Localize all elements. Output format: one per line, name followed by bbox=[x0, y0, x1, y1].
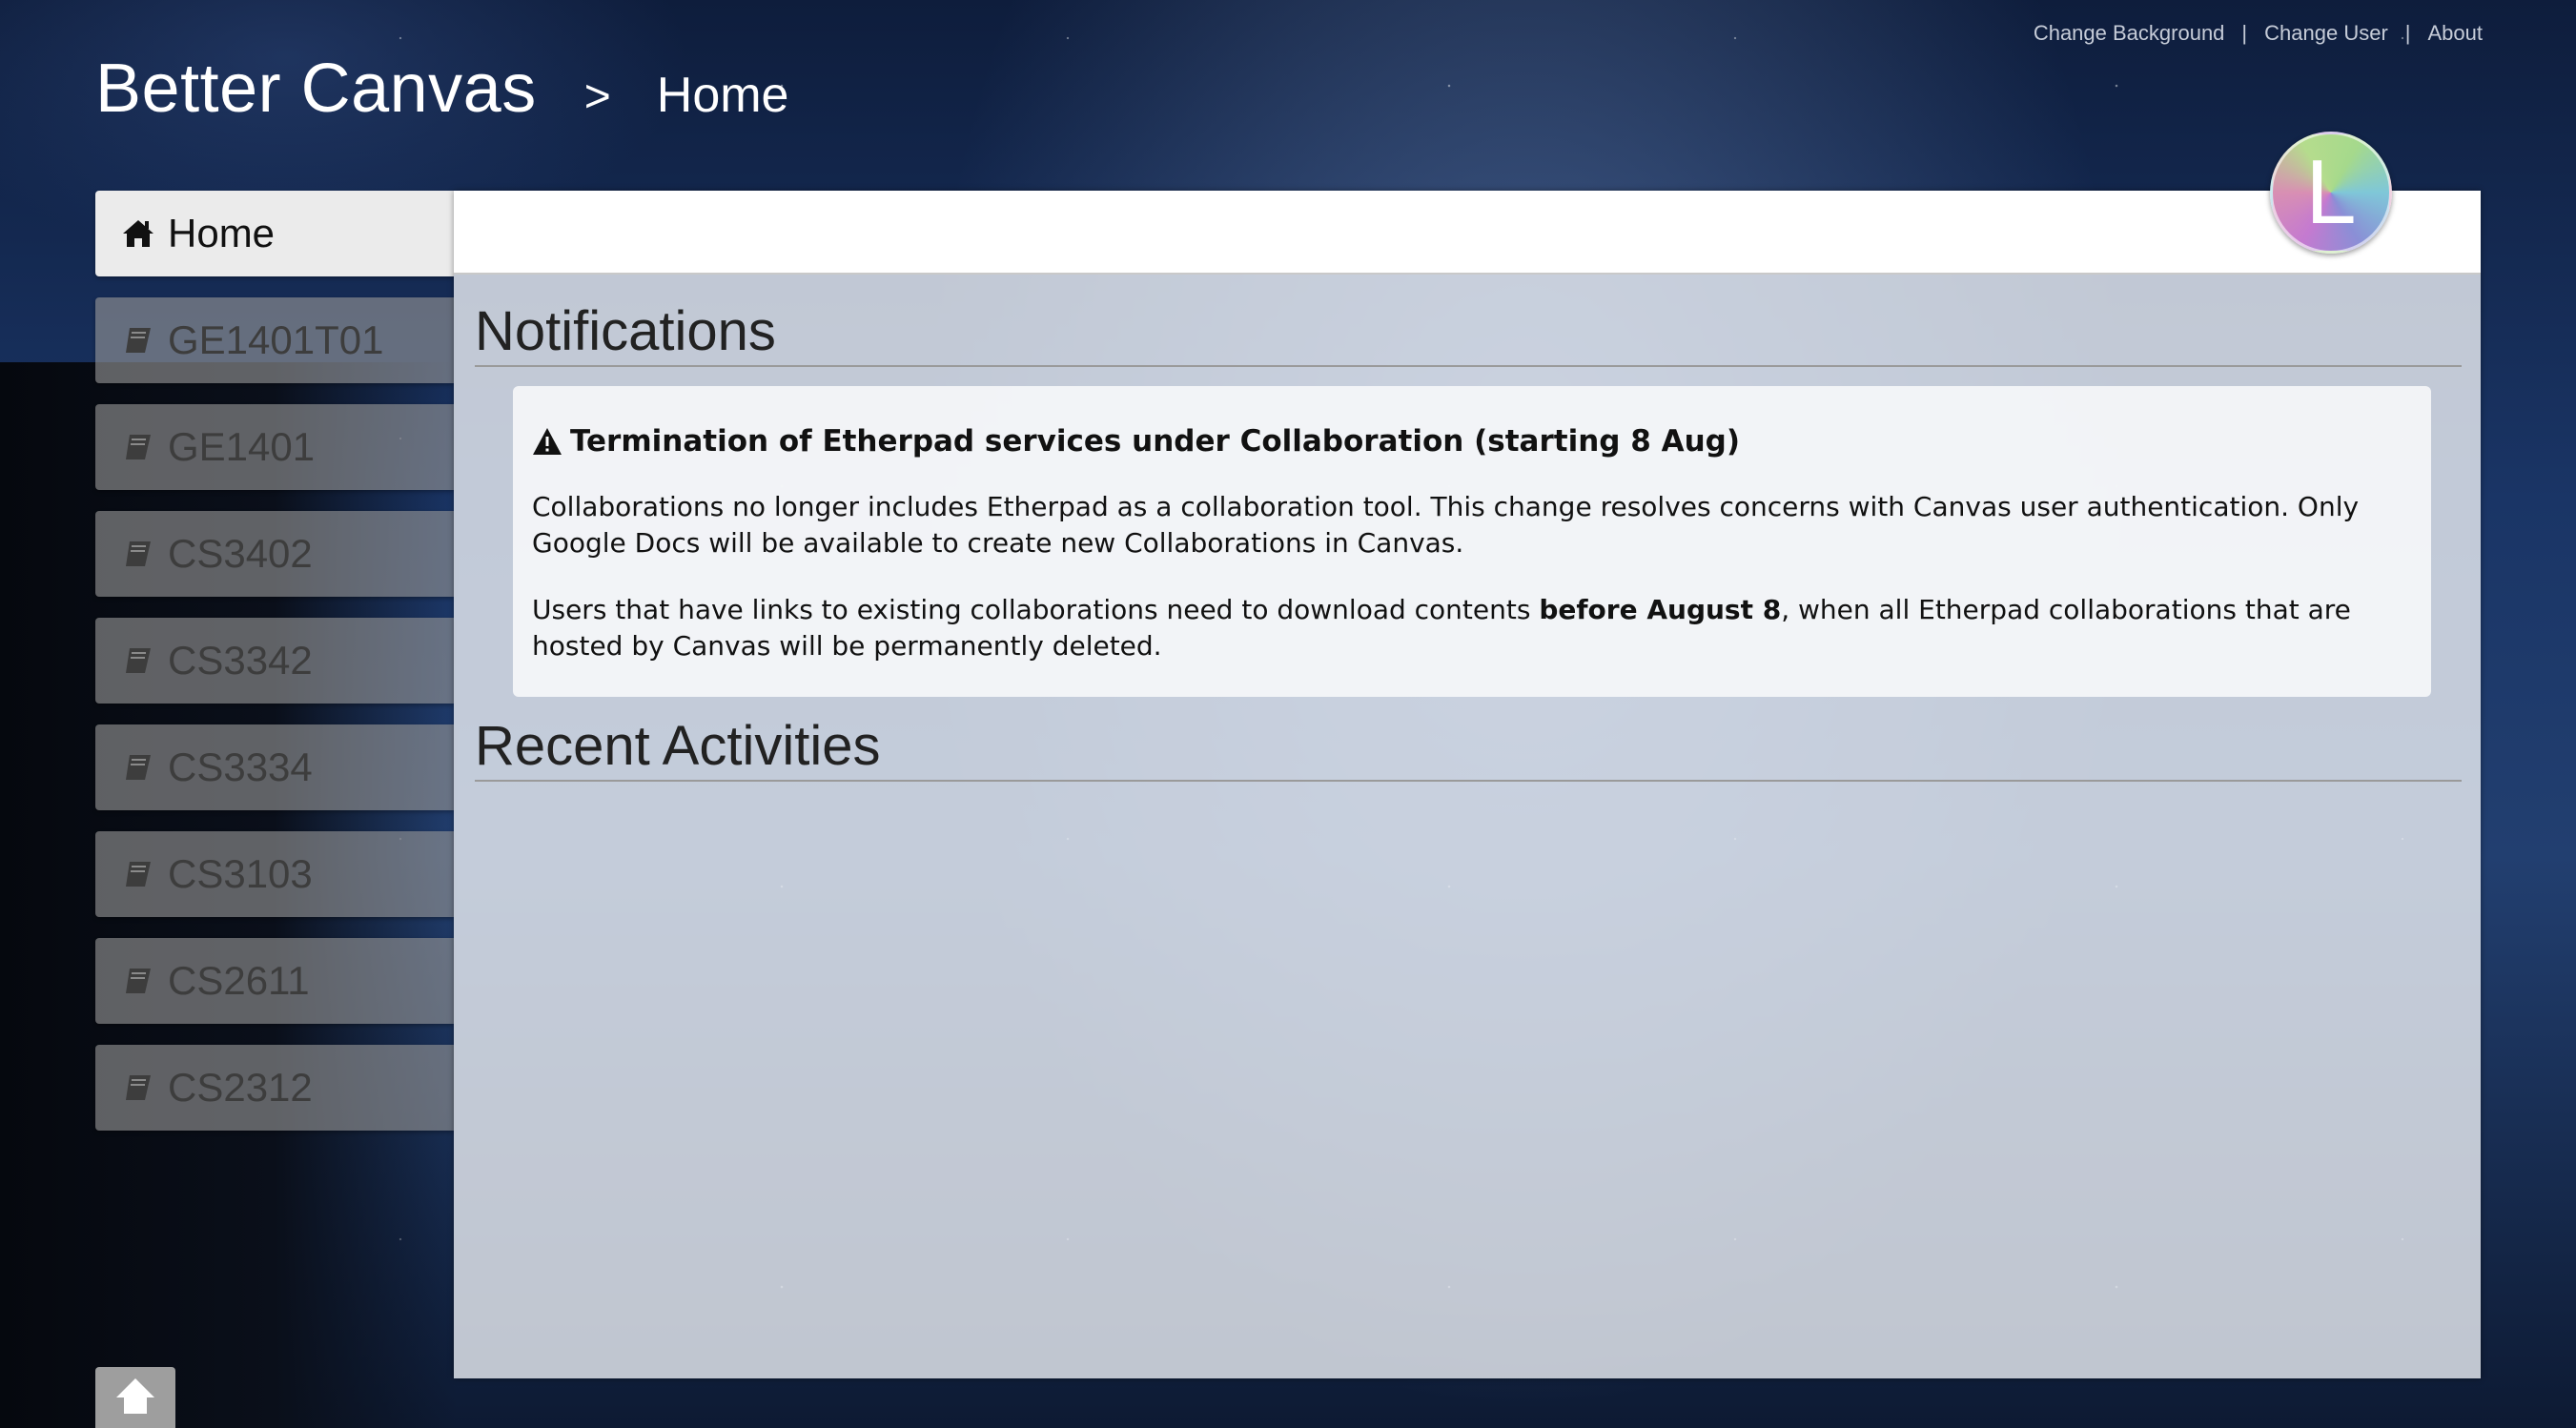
sidebar-item-ge1401[interactable]: GE1401 bbox=[95, 404, 454, 490]
sidebar-item-cs2312[interactable]: CS2312 bbox=[95, 1045, 454, 1131]
recent-activities-heading: Recent Activities bbox=[475, 714, 2462, 782]
sidebar-item-cs3342[interactable]: CS3342 bbox=[95, 618, 454, 704]
about-link[interactable]: About bbox=[2428, 21, 2484, 46]
sidebar-item-cs3402[interactable]: CS3402 bbox=[95, 511, 454, 597]
book-icon bbox=[118, 534, 158, 574]
brand-title[interactable]: Better Canvas bbox=[95, 50, 537, 128]
user-avatar[interactable]: L bbox=[2270, 132, 2392, 254]
change-user-link[interactable]: Change User bbox=[2264, 21, 2388, 46]
sidebar-item-label: GE1401 bbox=[168, 424, 316, 469]
sidebar-item-label: Home bbox=[168, 211, 276, 255]
sidebar-item-home[interactable]: Home bbox=[95, 191, 454, 276]
home-icon bbox=[118, 214, 158, 254]
book-icon bbox=[118, 1068, 158, 1108]
sidebar-item-label: CS3103 bbox=[168, 851, 313, 896]
header-links: Change Background | Change User | About bbox=[2034, 21, 2483, 46]
sidebar-item-label: CS3334 bbox=[168, 745, 313, 789]
sidebar-item-cs3334[interactable]: CS3334 bbox=[95, 724, 454, 810]
scroll-to-top-button[interactable] bbox=[95, 1367, 175, 1428]
book-icon bbox=[118, 641, 158, 681]
breadcrumb: Better Canvas > Home bbox=[95, 50, 788, 128]
sidebar: Home GE1401T01 GE1401 CS3402 CS3342 CS33… bbox=[95, 191, 454, 1152]
sidebar-item-label: CS3342 bbox=[168, 638, 313, 683]
notification-paragraph-1: Collaborations no longer includes Etherp… bbox=[532, 491, 2360, 559]
page-title: Home bbox=[656, 68, 789, 123]
notification-text: Users that have links to existing collab… bbox=[532, 594, 1540, 625]
link-separator: | bbox=[2241, 21, 2248, 45]
breadcrumb-separator: > bbox=[583, 71, 611, 122]
notifications-heading: Notifications bbox=[475, 299, 2462, 367]
sidebar-item-label: CS2312 bbox=[168, 1065, 313, 1110]
notification-card: Termination of Etherpad services under C… bbox=[513, 386, 2431, 697]
sidebar-item-label: CS3402 bbox=[168, 531, 313, 576]
sidebar-item-ge1401t01[interactable]: GE1401T01 bbox=[95, 297, 454, 383]
warning-icon bbox=[532, 427, 562, 456]
book-icon bbox=[118, 320, 158, 360]
book-icon bbox=[118, 747, 158, 787]
notification-title: Termination of Etherpad services under C… bbox=[570, 424, 1741, 459]
arrow-up-icon bbox=[113, 1376, 157, 1419]
link-separator: | bbox=[2404, 21, 2411, 45]
sidebar-item-label: CS2611 bbox=[168, 958, 310, 1003]
notification-deadline: before August 8 bbox=[1539, 594, 1782, 625]
book-icon bbox=[118, 427, 158, 467]
sidebar-item-label: GE1401T01 bbox=[168, 317, 384, 362]
book-icon bbox=[118, 854, 158, 894]
main-panel: L Notifications Termination of Etherpad … bbox=[454, 132, 2481, 1378]
notification-paragraph-2: Users that have links to existing collab… bbox=[532, 592, 2412, 664]
change-background-link[interactable]: Change Background bbox=[2034, 21, 2225, 46]
book-icon bbox=[118, 961, 158, 1001]
notification-title-row: Termination of Etherpad services under C… bbox=[532, 424, 2412, 459]
sidebar-item-cs2611[interactable]: CS2611 bbox=[95, 938, 454, 1024]
main-top-bar bbox=[454, 191, 2481, 275]
sidebar-item-cs3103[interactable]: CS3103 bbox=[95, 831, 454, 917]
